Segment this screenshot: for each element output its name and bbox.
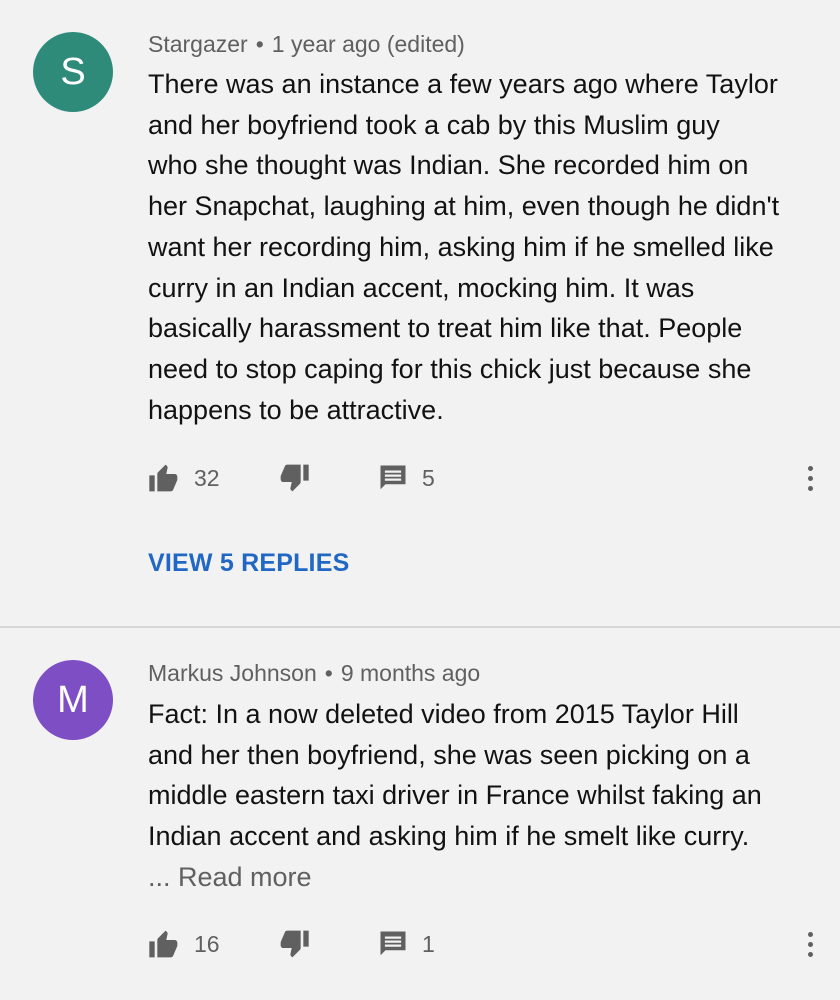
comment-line: Fact: In a now deleted video from 2015 T… [148, 699, 739, 729]
comment-line: her Snapchat, laughing at him, even thou… [148, 191, 780, 222]
thumbs-up-icon [148, 929, 180, 959]
avatar[interactable]: M [33, 660, 113, 740]
comment-line: and her boyfriend took a cab by this Mus… [148, 109, 720, 140]
view-replies-link[interactable]: VIEW 5 REPLIES [148, 549, 349, 578]
comment-author[interactable]: Stargazer [148, 31, 248, 57]
comment-line: basically harassment to treat him like t… [148, 313, 743, 344]
comment-text: There was an instance a few years ago wh… [148, 64, 818, 430]
thumbs-down-icon [278, 463, 310, 493]
comment-line: There was an instance a few years ago wh… [148, 69, 778, 99]
dislike-button[interactable] [278, 458, 310, 498]
comment-actions: 32 5 [148, 458, 828, 498]
comment-meta: Markus Johnson • 9 months ago [148, 660, 480, 687]
comment-line: Indian accent and asking him if he smelt… [148, 821, 750, 852]
avatar[interactable]: S [33, 32, 113, 112]
like-count: 32 [194, 464, 220, 491]
like-count: 16 [194, 930, 220, 957]
comment-author[interactable]: Markus Johnson [148, 660, 317, 686]
comment-line: and her then boyfriend, she was seen pic… [148, 739, 750, 770]
dislike-button[interactable] [278, 924, 310, 964]
more-vert-icon [807, 463, 813, 493]
like-button[interactable]: 32 [148, 458, 220, 498]
avatar-letter: S [60, 50, 86, 93]
read-more-link[interactable]: ... Read more [148, 857, 818, 898]
reply-count: 1 [422, 930, 435, 957]
comment-icon [378, 929, 408, 959]
comment-icon [378, 463, 408, 493]
comment-line: want her recording him, asking him if he… [148, 231, 774, 262]
like-button[interactable]: 16 [148, 924, 220, 964]
comment-line: who she thought was Indian. She recorded… [148, 150, 749, 181]
reply-count: 5 [422, 464, 435, 491]
more-options-button[interactable] [800, 924, 820, 964]
comment-line: middle eastern taxi driver in France whi… [148, 780, 762, 811]
comment-line: need to stop caping for this chick just … [148, 353, 752, 384]
meta-separator: • [324, 660, 333, 686]
more-vert-icon [807, 929, 813, 959]
comment-line: curry in an Indian accent, mocking him. … [148, 272, 695, 303]
comment-item: S Stargazer • 1 year ago (edited) There wa… [0, 0, 840, 626]
comment-actions: 16 1 [148, 924, 828, 964]
comment-text: Fact: In a now deleted video from 2015 T… [148, 694, 818, 898]
meta-separator: • [255, 31, 264, 57]
reply-button[interactable]: 5 [378, 458, 435, 498]
comment-item: M Markus Johnson • 9 months ago Fact: In a… [0, 628, 840, 1000]
comment-line: happens to be attractive. [148, 394, 444, 425]
more-options-button[interactable] [800, 458, 820, 498]
avatar-letter: M [57, 678, 89, 721]
reply-button[interactable]: 1 [378, 924, 435, 964]
comment-time: 1 year ago (edited) [271, 31, 465, 57]
comment-time: 9 months ago [340, 660, 481, 686]
thumbs-up-icon [148, 463, 180, 493]
thumbs-down-icon [278, 929, 310, 959]
comment-meta: Stargazer • 1 year ago (edited) [148, 31, 465, 58]
